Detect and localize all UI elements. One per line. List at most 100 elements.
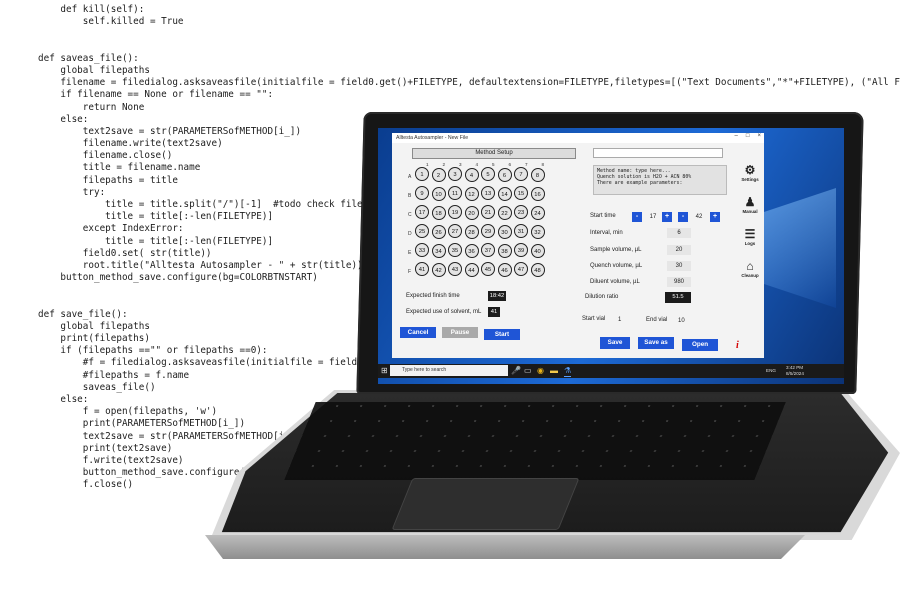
well-button[interactable]: 47 — [514, 262, 528, 276]
cleanup-label: Cleanup — [741, 273, 759, 278]
manual-button[interactable]: ♟ Manual — [736, 195, 764, 214]
method-filename-field[interactable] — [593, 148, 723, 158]
sample-volume-label: Sample volume, µL — [590, 247, 642, 253]
well-button[interactable]: 46 — [497, 263, 512, 277]
well-button[interactable]: 34 — [431, 244, 446, 258]
touchpad — [391, 478, 580, 530]
folder-icon[interactable]: ▬ — [550, 366, 558, 376]
well-button[interactable]: 4 — [464, 168, 479, 182]
well-button[interactable]: 31 — [514, 224, 528, 238]
well-button[interactable]: 6 — [497, 168, 512, 182]
well-button[interactable]: 29 — [481, 224, 495, 238]
well-button[interactable]: 48 — [530, 263, 545, 277]
well-button[interactable]: 25 — [415, 224, 429, 238]
microphone-icon[interactable]: 🎤 — [511, 366, 521, 376]
well-button[interactable]: 22 — [497, 206, 512, 220]
well-button[interactable]: 2 — [431, 168, 446, 182]
well-button[interactable]: 30 — [497, 225, 512, 239]
well-button[interactable]: 41 — [415, 262, 429, 276]
finish-time-value: 18:42 — [488, 291, 506, 301]
info-icon[interactable]: i — [736, 340, 739, 351]
taskbar-search-input[interactable]: Type here to search — [390, 365, 508, 376]
close-button[interactable]: × — [757, 133, 761, 139]
start-vial-label: Start vial — [582, 316, 606, 322]
well-button[interactable]: 20 — [464, 206, 479, 220]
method-name-textarea[interactable]: Method name: type here... Quench solutio… — [593, 165, 727, 195]
start-icon[interactable]: ⊞ — [381, 366, 388, 376]
well-button[interactable]: 43 — [448, 262, 462, 276]
diluent-volume-label: Diluent volume, µL — [590, 279, 640, 285]
well-button[interactable]: 5 — [481, 167, 495, 181]
end-vial-value[interactable]: 10 — [678, 318, 685, 324]
well-button[interactable]: 8 — [530, 168, 545, 182]
well-button[interactable]: 7 — [514, 167, 528, 181]
start-minute-value[interactable]: 42 — [692, 213, 706, 222]
minimize-button[interactable]: – — [735, 133, 738, 139]
well-button[interactable]: 19 — [448, 205, 462, 219]
keyboard — [284, 402, 786, 480]
save-button[interactable]: Save — [600, 337, 630, 349]
window-title: Alltesta Autosampler - New File — [396, 135, 469, 141]
minute-minus-button[interactable]: - — [678, 212, 688, 222]
well-button[interactable]: 28 — [464, 225, 479, 239]
well-button[interactable]: 38 — [497, 244, 512, 258]
row-letter-label: E — [408, 250, 412, 256]
hour-plus-button[interactable]: + — [662, 212, 672, 222]
well-button[interactable]: 36 — [464, 244, 479, 258]
laptop-front-edge — [205, 535, 805, 559]
well-button[interactable]: 42 — [431, 263, 446, 277]
dilution-ratio-value: 51.5 — [665, 292, 691, 303]
column-number-label: 7 — [525, 162, 528, 167]
well-button[interactable]: 24 — [530, 206, 545, 220]
diluent-volume-value[interactable]: 980 — [667, 277, 691, 287]
well-button[interactable]: 35 — [448, 243, 462, 257]
well-button[interactable]: 37 — [481, 243, 495, 257]
logs-button[interactable]: ☰ Logs — [736, 227, 764, 246]
well-button[interactable]: 39 — [514, 243, 528, 257]
start-vial-value[interactable]: 1 — [618, 317, 621, 323]
quench-volume-value[interactable]: 30 — [667, 261, 691, 271]
well-button[interactable]: 40 — [530, 244, 545, 258]
well-button[interactable]: 13 — [481, 186, 495, 200]
search-placeholder: Type here to search — [402, 367, 447, 373]
well-button[interactable]: 21 — [481, 205, 495, 219]
minute-plus-button[interactable]: + — [710, 212, 720, 222]
well-button[interactable]: 10 — [431, 187, 446, 201]
well-button[interactable]: 27 — [448, 224, 462, 238]
well-button[interactable]: 17 — [415, 205, 429, 219]
save-as-button[interactable]: Save as — [638, 337, 674, 349]
well-button[interactable]: 12 — [464, 187, 479, 201]
maximize-button[interactable]: □ — [746, 133, 750, 139]
sample-volume-value[interactable]: 20 — [667, 245, 691, 255]
hour-minus-button[interactable]: - — [632, 212, 642, 222]
autosampler-taskbar-icon[interactable]: ⚗ — [564, 366, 572, 377]
well-button[interactable]: 11 — [448, 186, 462, 200]
gear-icon: ⚙ — [744, 163, 756, 177]
task-view-icon[interactable]: ▭ — [524, 366, 532, 376]
open-button[interactable]: Open — [682, 339, 718, 351]
cleanup-button[interactable]: ⌂ Cleanup — [736, 259, 764, 278]
start-hour-value[interactable]: 17 — [646, 213, 660, 222]
well-button[interactable]: 23 — [514, 205, 528, 219]
well-button[interactable]: 16 — [530, 187, 545, 201]
settings-button[interactable]: ⚙ Settings — [736, 163, 764, 182]
well-button[interactable]: 15 — [514, 186, 528, 200]
well-button[interactable]: 9 — [415, 186, 429, 200]
well-button[interactable]: 18 — [431, 206, 446, 220]
well-button[interactable]: 44 — [464, 263, 479, 277]
well-button[interactable]: 1 — [415, 167, 429, 181]
well-button[interactable]: 32 — [530, 225, 545, 239]
well-button[interactable]: 33 — [415, 243, 429, 257]
cancel-button[interactable]: Cancel — [400, 327, 436, 338]
well-button[interactable]: 26 — [431, 225, 446, 239]
cleanup-icon: ⌂ — [746, 259, 754, 273]
tray-date: 8/5/2024 — [786, 371, 804, 376]
well-button[interactable]: 14 — [497, 187, 512, 201]
pause-button[interactable]: Pause — [442, 327, 478, 338]
well-button[interactable]: 45 — [481, 262, 495, 276]
column-number-label: 5 — [492, 162, 495, 167]
start-button[interactable]: Start — [484, 329, 520, 340]
interval-value[interactable]: 6 — [667, 228, 691, 238]
well-button[interactable]: 3 — [448, 167, 462, 181]
browser-icon[interactable]: ◉ — [537, 366, 544, 376]
